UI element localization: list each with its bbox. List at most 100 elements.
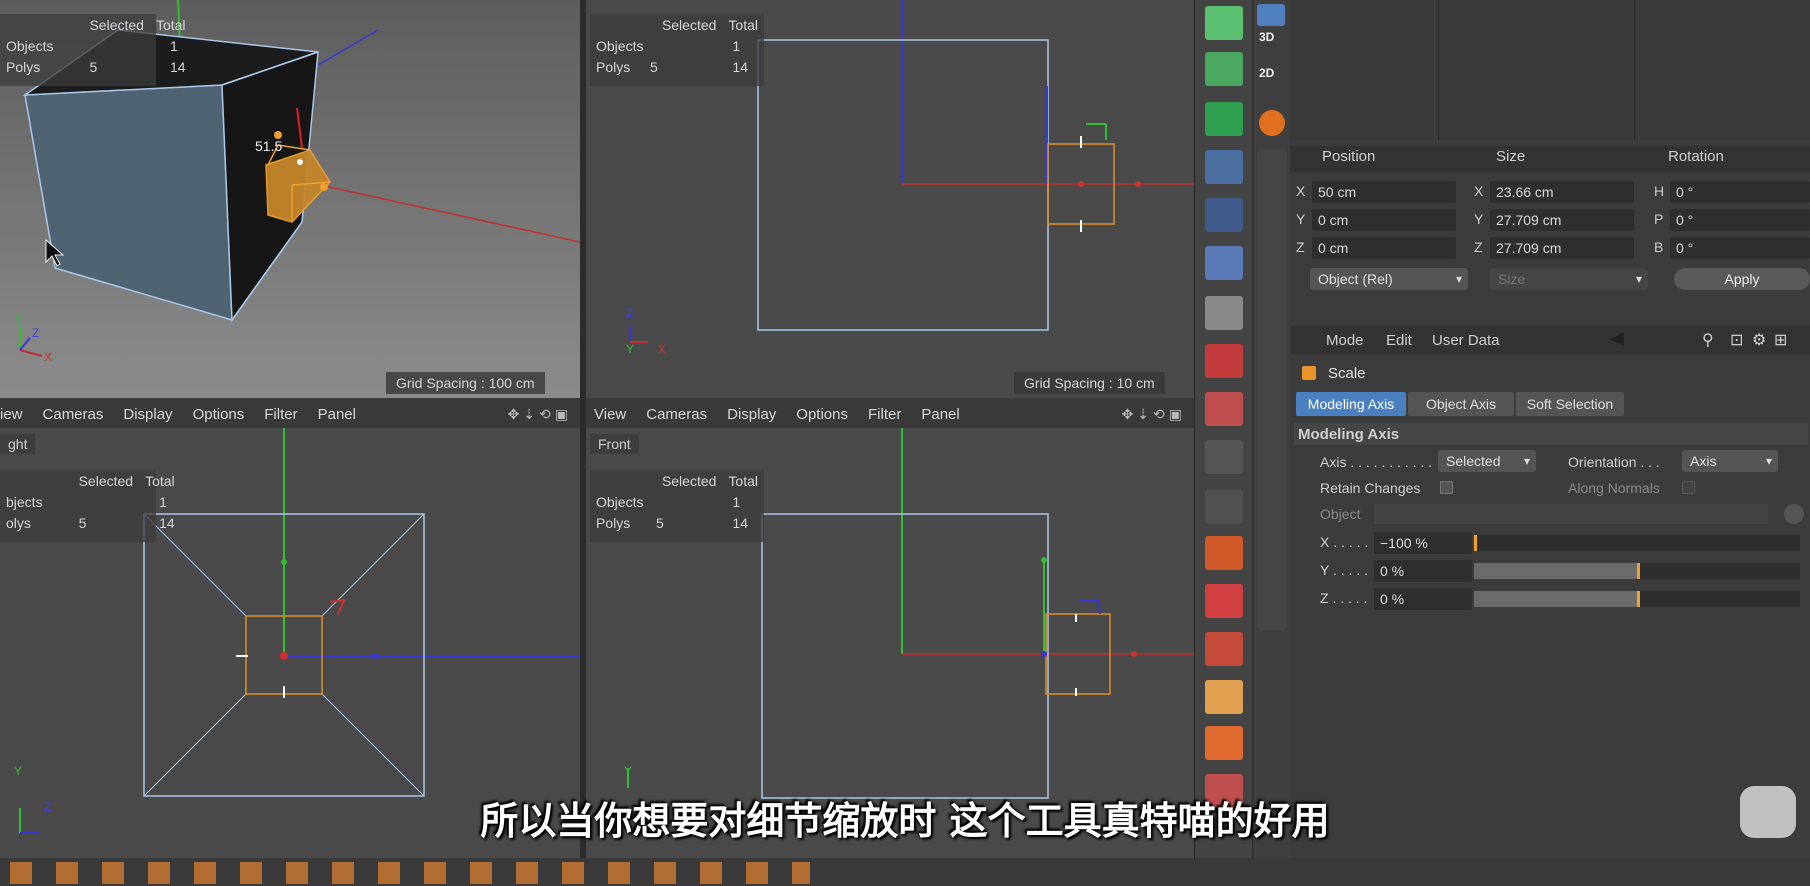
pos-z-field[interactable]: 0 cm (1312, 237, 1456, 259)
size-y-field[interactable]: 27.709 cm (1490, 209, 1634, 231)
x-value-field[interactable]: −100 % (1374, 532, 1472, 554)
bottom-tool-icons[interactable] (10, 862, 810, 884)
workplane-icon[interactable] (1205, 344, 1243, 378)
axis-dropdown[interactable]: Selected (1438, 450, 1536, 472)
z-slider-handle[interactable] (1637, 591, 1640, 607)
new-panel-icon[interactable]: ⊞ (1774, 330, 1787, 350)
menu-cameras[interactable]: Cameras (43, 406, 104, 423)
axis-label: Axis . . . . . . . . . . . (1320, 454, 1433, 470)
axis-tools-icon[interactable] (1205, 632, 1243, 666)
measure-label: 51.5 (255, 138, 283, 154)
object-mode-icon[interactable] (1205, 150, 1243, 184)
y-label: Y . . . . . (1320, 562, 1368, 578)
rot-p-field[interactable]: 0 ° (1670, 209, 1810, 231)
hud-header-total: Total (728, 16, 758, 33)
mode-2d-label[interactable]: 2D (1259, 66, 1274, 80)
rot-h-field[interactable]: 0 ° (1670, 181, 1810, 203)
coordinate-mode-dropdown[interactable]: Object (Rel) (1310, 268, 1468, 290)
points-grid-icon[interactable] (1205, 392, 1243, 426)
hud-objects-total: 1 (732, 37, 741, 54)
point-mode-icon[interactable] (1205, 52, 1243, 86)
grid-spacing-label: Grid Spacing : 10 cm (1014, 372, 1165, 394)
size-mode-dropdown[interactable]: Size (1490, 268, 1648, 290)
hud-row-objects: Objects (596, 493, 644, 510)
tab-soft-selection[interactable]: Soft Selection (1516, 392, 1624, 416)
search-icon[interactable]: ⚲ (1702, 330, 1714, 350)
menu-options[interactable]: Options (193, 406, 245, 423)
perspective-viewport[interactable]: 51.5 Y Z X Selected Total Objects 1 Polys 5… (0, 0, 580, 398)
timeline-area (1290, 0, 1810, 140)
mode-icon[interactable] (1257, 4, 1285, 26)
menu-view[interactable]: iew (0, 406, 23, 423)
texture-grid-icon[interactable] (1205, 246, 1243, 280)
menu-display[interactable]: Display (727, 406, 776, 423)
dots-grid-icon[interactable] (1205, 440, 1243, 474)
pos-y-field[interactable]: 0 cm (1312, 209, 1456, 231)
menu-edit[interactable]: Edit (1386, 332, 1412, 349)
menu-filter[interactable]: Filter (868, 406, 901, 423)
pick-object-icon[interactable] (1784, 504, 1804, 524)
front-viewport-menubar: View Cameras Display Options Filter Pane… (586, 400, 1194, 428)
y-slider-handle[interactable] (1637, 563, 1640, 579)
retain-changes-label: Retain Changes (1320, 480, 1421, 496)
object-label: Object (1320, 506, 1361, 522)
polygon-mode-icon[interactable] (1205, 102, 1243, 136)
pos-x-field[interactable]: 50 cm (1312, 181, 1456, 203)
menu-user-data[interactable]: User Data (1432, 332, 1500, 349)
size-x-field[interactable]: 23.66 cm (1490, 181, 1634, 203)
joint-icon[interactable] (1205, 490, 1243, 524)
apply-button[interactable]: Apply (1674, 268, 1810, 290)
tab-modeling-axis[interactable]: Modeling Axis (1296, 392, 1406, 416)
size-y-label: Y (1474, 211, 1484, 227)
mode-3d-label[interactable]: 3D (1259, 30, 1274, 44)
menu-view[interactable]: View (594, 406, 626, 423)
along-normals-checkbox[interactable] (1682, 481, 1695, 494)
axis-y-label: Y (626, 342, 635, 356)
x-slider[interactable] (1474, 535, 1800, 551)
settings-icon[interactable]: ⚙ (1752, 330, 1766, 350)
hud-stats: Selected Total Objects 1 Polys 5 14 (590, 470, 764, 542)
menu-filter[interactable]: Filter (264, 406, 297, 423)
hud-header-selected: Selected (661, 16, 717, 33)
rot-b-field[interactable]: 0 ° (1670, 237, 1810, 259)
top-viewport[interactable]: Z Y X Selected Total Objects 1 Polys 5 14 Gr… (586, 0, 1194, 398)
y-value-field[interactable]: 0 % (1374, 560, 1472, 582)
z-value-field[interactable]: 0 % (1374, 588, 1472, 610)
tab-object-axis[interactable]: Object Axis (1408, 392, 1514, 416)
menu-cameras[interactable]: Cameras (646, 406, 707, 423)
hud-row-polys: olys (6, 514, 31, 531)
lock-icon[interactable]: ⊡ (1730, 330, 1743, 350)
menu-panel[interactable]: Panel (921, 406, 959, 423)
hud-row-polys: Polys (596, 58, 631, 75)
menu-panel[interactable]: Panel (318, 406, 356, 423)
size-x-label: X (1474, 183, 1484, 199)
hud-header-total: Total (155, 16, 186, 33)
attributes-panel: Position Size Rotation X 50 cm X 23.66 c… (1290, 0, 1810, 858)
knife-icon[interactable] (1205, 584, 1243, 618)
viewport-nav-icons[interactable]: ✥⇣⟲▣ (1122, 406, 1186, 423)
uv-mode-icon[interactable] (1205, 198, 1243, 232)
x-slider-handle[interactable] (1474, 535, 1477, 551)
viewport-nav-icons[interactable]: ✥⇣⟲▣ (508, 406, 572, 423)
pattern-icon[interactable] (1205, 680, 1243, 714)
pos-z-label: Z (1296, 239, 1305, 255)
axis-y-label: Y (14, 764, 23, 778)
y-slider-fill (1474, 563, 1637, 579)
clock-icon[interactable] (1259, 110, 1285, 136)
section-title: Modeling Axis (1298, 426, 1400, 443)
menu-mode[interactable]: Mode (1326, 332, 1364, 349)
menu-display[interactable]: Display (123, 406, 172, 423)
menu-options[interactable]: Options (796, 406, 848, 423)
recycle-icon[interactable] (1205, 726, 1243, 760)
retain-changes-checkbox[interactable] (1440, 481, 1453, 494)
snap-icon[interactable] (1205, 296, 1243, 330)
object-link-field[interactable] (1374, 504, 1768, 524)
orientation-dropdown[interactable]: Axis (1682, 450, 1778, 472)
size-z-field[interactable]: 27.709 cm (1490, 237, 1634, 259)
back-arrow-icon[interactable]: ◀ (1610, 328, 1624, 349)
orientation-label: Orientation . . . (1568, 454, 1660, 470)
viewport-divider[interactable] (580, 0, 586, 858)
extrude-icon[interactable] (1205, 536, 1243, 570)
axis-x-label: X (658, 342, 667, 356)
live-selection-icon[interactable] (1205, 6, 1243, 40)
